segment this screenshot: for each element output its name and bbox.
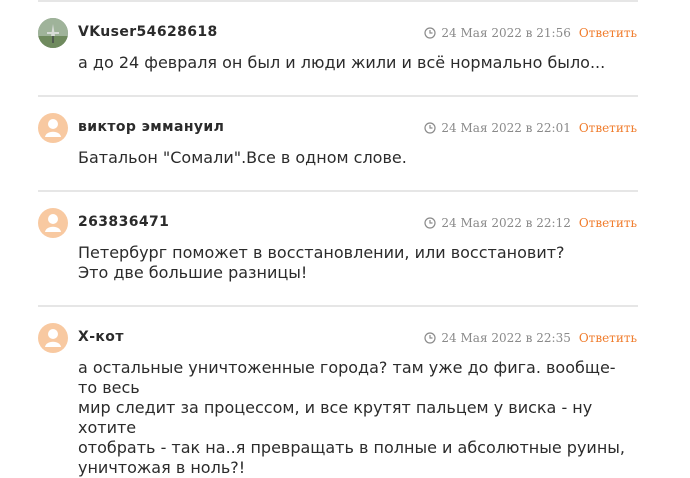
comment-meta: 24 Мая 2022 в 22:35 Ответить xyxy=(424,331,637,345)
comment-date: 24 Мая 2022 в 22:35 xyxy=(441,331,571,345)
comment-divider xyxy=(38,305,638,307)
comment-text: Петербург поможет в восстановлении, или … xyxy=(78,243,633,283)
comment-divider xyxy=(38,190,638,192)
comment-divider xyxy=(38,95,638,97)
comment-author[interactable]: 263836471 xyxy=(78,214,169,230)
clock-icon xyxy=(424,217,437,229)
comment-text-line: а до 24 февраля он был и люди жили и всё… xyxy=(78,53,606,72)
comment-text-line: Петербург поможет в восстановлении, или … xyxy=(78,243,565,262)
comment-text-line: мир следит за процессом, и все крутят па… xyxy=(78,398,593,437)
reply-link[interactable]: Ответить xyxy=(579,26,637,40)
user-avatar-icon xyxy=(45,214,61,232)
comment-date: 24 Мая 2022 в 21:56 xyxy=(441,26,571,40)
comment-meta: 24 Мая 2022 в 21:56 Ответить xyxy=(424,26,637,40)
avatar[interactable] xyxy=(38,113,68,143)
user-avatar-icon xyxy=(45,119,61,137)
comment-author[interactable]: Х-кот xyxy=(78,329,124,345)
avatar[interactable] xyxy=(38,323,68,353)
comment-text: а остальные уничтоженные города? там уже… xyxy=(78,358,633,478)
comment-text-line: Батальон "Сомали".Все в одном слове. xyxy=(78,148,407,167)
reply-link[interactable]: Ответить xyxy=(579,331,637,345)
comment-text-line: Это две большие разницы! xyxy=(78,263,308,282)
user-avatar-icon xyxy=(45,329,61,347)
comment-author[interactable]: виктор эммануил xyxy=(78,119,224,135)
comment-text-line: отобрать - так на..я превращать в полные… xyxy=(78,438,626,457)
comment-divider xyxy=(38,0,638,2)
comment-text: а до 24 февраля он был и люди жили и всё… xyxy=(78,53,633,73)
comment-text-line: а остальные уничтоженные города? там уже… xyxy=(78,358,616,397)
comment-author[interactable]: VKuser54628618 xyxy=(78,24,218,40)
comment-date: 24 Мая 2022 в 22:01 xyxy=(441,121,571,135)
comment-date: 24 Мая 2022 в 22:12 xyxy=(441,216,571,230)
avatar[interactable] xyxy=(38,18,68,48)
clock-icon xyxy=(424,122,437,134)
comment-meta: 24 Мая 2022 в 22:01 Ответить xyxy=(424,121,637,135)
reply-link[interactable]: Ответить xyxy=(579,216,637,230)
comment-text-line: уничтожая в ноль?! xyxy=(78,458,246,477)
clock-icon xyxy=(424,332,437,344)
avatar[interactable] xyxy=(38,208,68,238)
comment-text: Батальон "Сомали".Все в одном слове. xyxy=(78,148,633,168)
user-photo-icon xyxy=(38,18,68,48)
clock-icon xyxy=(424,27,437,39)
reply-link[interactable]: Ответить xyxy=(579,121,637,135)
comment-meta: 24 Мая 2022 в 22:12 Ответить xyxy=(424,216,637,230)
